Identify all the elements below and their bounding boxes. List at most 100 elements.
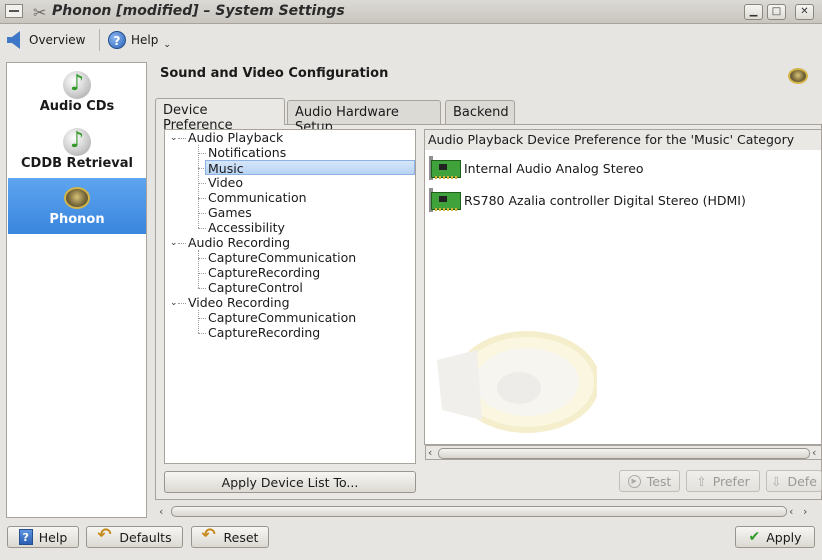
tree-group-audio-playback[interactable]: Audio Playback — [188, 130, 283, 145]
chevron-down-icon: ⌄ — [163, 40, 171, 50]
defer-button[interactable]: ⇩ Defe — [766, 470, 822, 492]
play-icon: ▶ — [627, 474, 641, 488]
tree-item-capture-recording[interactable]: CaptureRecording — [208, 265, 320, 280]
help-icon: ? — [18, 529, 33, 545]
tree-group-video-recording[interactable]: Video Recording — [188, 295, 290, 310]
device-label: RS780 Azalia controller Digital Stereo (… — [464, 192, 746, 208]
tree-connector — [198, 288, 206, 289]
tree-item-capture-recording[interactable]: CaptureRecording — [208, 325, 320, 340]
device-label: Internal Audio Analog Stereo — [464, 160, 644, 176]
apply-label: Apply — [766, 529, 802, 545]
device-list-header: Audio Playback Device Preference for the… — [425, 130, 821, 150]
music-note-disc-icon — [63, 71, 91, 99]
sidebar-item-phonon[interactable]: Phonon — [8, 178, 146, 234]
help-button[interactable]: ? Help — [7, 526, 79, 548]
sidebar-item-audio-cds[interactable]: Audio CDs — [8, 65, 146, 121]
tree-connector — [198, 258, 206, 259]
scroll-left-icon[interactable]: ‹ — [789, 505, 793, 518]
tree-connector — [178, 303, 186, 304]
prefer-button[interactable]: ⇧ Prefer — [686, 470, 760, 492]
collapse-icon[interactable]: ⌄ — [170, 133, 178, 143]
collapse-icon[interactable]: ⌄ — [170, 238, 178, 248]
reset-label: Reset — [223, 529, 259, 545]
close-button[interactable]: ✕ — [795, 4, 814, 20]
tree-item-communication[interactable]: Communication — [208, 190, 307, 205]
defaults-label: Defaults — [119, 529, 172, 545]
tree-item-capture-communication[interactable]: CaptureCommunication — [208, 250, 356, 265]
tree-item-capture-control[interactable]: CaptureControl — [208, 280, 303, 295]
scroll-left-icon[interactable]: ‹ — [159, 505, 163, 518]
device-item[interactable]: Internal Audio Analog Stereo — [429, 155, 644, 181]
back-arrow-icon — [7, 31, 20, 49]
scrollbar-thumb[interactable] — [438, 448, 810, 459]
tree-connector — [198, 213, 206, 214]
tree-connector — [198, 183, 206, 184]
tree-connector — [178, 138, 186, 139]
overview-button[interactable]: Overview — [7, 30, 86, 50]
tab-label: Backend — [453, 105, 509, 120]
defer-label: Defe — [787, 473, 817, 489]
sidebar-item-label: Audio CDs — [39, 99, 115, 114]
sidebar-item-label: Phonon — [49, 212, 105, 227]
speaker-icon — [788, 68, 808, 84]
tree-group-audio-recording[interactable]: Audio Recording — [188, 235, 290, 250]
undo-icon — [97, 525, 113, 545]
help-menu-button[interactable]: ? Help ⌄ — [108, 30, 171, 50]
scrollbar-thumb[interactable] — [171, 506, 787, 517]
sound-card-icon — [429, 188, 461, 212]
arrow-up-icon: ⇧ — [696, 473, 707, 489]
reset-button[interactable]: Reset — [191, 525, 269, 548]
undo-icon — [202, 525, 218, 545]
category-tree[interactable]: ⌄ Audio Playback Notifications Music Vid… — [164, 129, 416, 464]
help-label: Help — [38, 529, 68, 545]
tree-item-games[interactable]: Games — [208, 205, 252, 220]
device-list-hscrollbar[interactable]: ‹ ‹ — [425, 445, 822, 460]
sidebar-item-label: CDDB Retrieval — [21, 156, 133, 171]
page-hscrollbar[interactable]: ‹ ‹ › — [157, 503, 822, 520]
tree-connector — [198, 145, 199, 228]
scroll-right-icon[interactable]: › — [803, 505, 807, 518]
checkmark-icon: ✔ — [748, 529, 761, 545]
tree-item-accessibility[interactable]: Accessibility — [208, 220, 285, 235]
tree-connector — [178, 243, 186, 244]
minimize-button[interactable]: ▁ — [744, 4, 763, 20]
tab-audio-hardware-setup[interactable]: Audio Hardware Setup — [287, 100, 441, 135]
tools-icon: ✂ — [33, 3, 47, 22]
sound-card-icon — [429, 156, 461, 180]
tree-connector — [198, 273, 206, 274]
tree-connector — [198, 250, 199, 288]
prefer-label: Prefer — [712, 473, 750, 489]
test-button[interactable]: ▶ Test — [619, 470, 680, 492]
tree-connector — [198, 228, 206, 229]
maximize-button[interactable]: □ — [767, 4, 786, 20]
tab-device-preference[interactable]: Device Preference — [155, 98, 285, 133]
overview-label: Overview — [29, 33, 86, 47]
scroll-left-icon[interactable]: ‹ — [428, 446, 432, 459]
apply-device-list-label: Apply Device List To... — [221, 474, 359, 490]
sidebar-item-cddb-retrieval[interactable]: CDDB Retrieval — [8, 122, 146, 178]
arrow-down-icon: ⇩ — [771, 473, 782, 489]
collapse-icon[interactable]: ⌄ — [170, 298, 178, 308]
speaker-icon — [63, 184, 91, 212]
device-item[interactable]: RS780 Azalia controller Digital Stereo (… — [429, 187, 746, 213]
tab-backend[interactable]: Backend — [445, 100, 515, 124]
music-note-disc-icon — [63, 128, 91, 156]
tree-connector — [198, 198, 206, 199]
defaults-button[interactable]: Defaults — [86, 525, 183, 548]
tree-item-music[interactable]: Music — [205, 160, 415, 176]
tree-connector — [198, 310, 199, 333]
apply-button[interactable]: ✔ Apply — [735, 526, 815, 548]
apply-device-list-button[interactable]: Apply Device List To... — [164, 471, 416, 493]
window-menu-button[interactable] — [5, 4, 23, 18]
help-icon: ? — [108, 31, 126, 49]
tree-item-capture-communication[interactable]: CaptureCommunication — [208, 310, 356, 325]
speaker-watermark-icon — [437, 331, 597, 433]
tree-connector — [198, 153, 206, 154]
test-label: Test — [646, 473, 672, 489]
tree-item-notifications[interactable]: Notifications — [208, 145, 286, 160]
sidebar: Audio CDs CDDB Retrieval Phonon — [6, 62, 147, 518]
scroll-right-icon[interactable]: ‹ — [812, 446, 816, 459]
toolbar-separator — [99, 29, 100, 51]
window-title: Phonon [modified] – System Settings — [52, 3, 345, 19]
tree-item-video[interactable]: Video — [208, 175, 243, 190]
